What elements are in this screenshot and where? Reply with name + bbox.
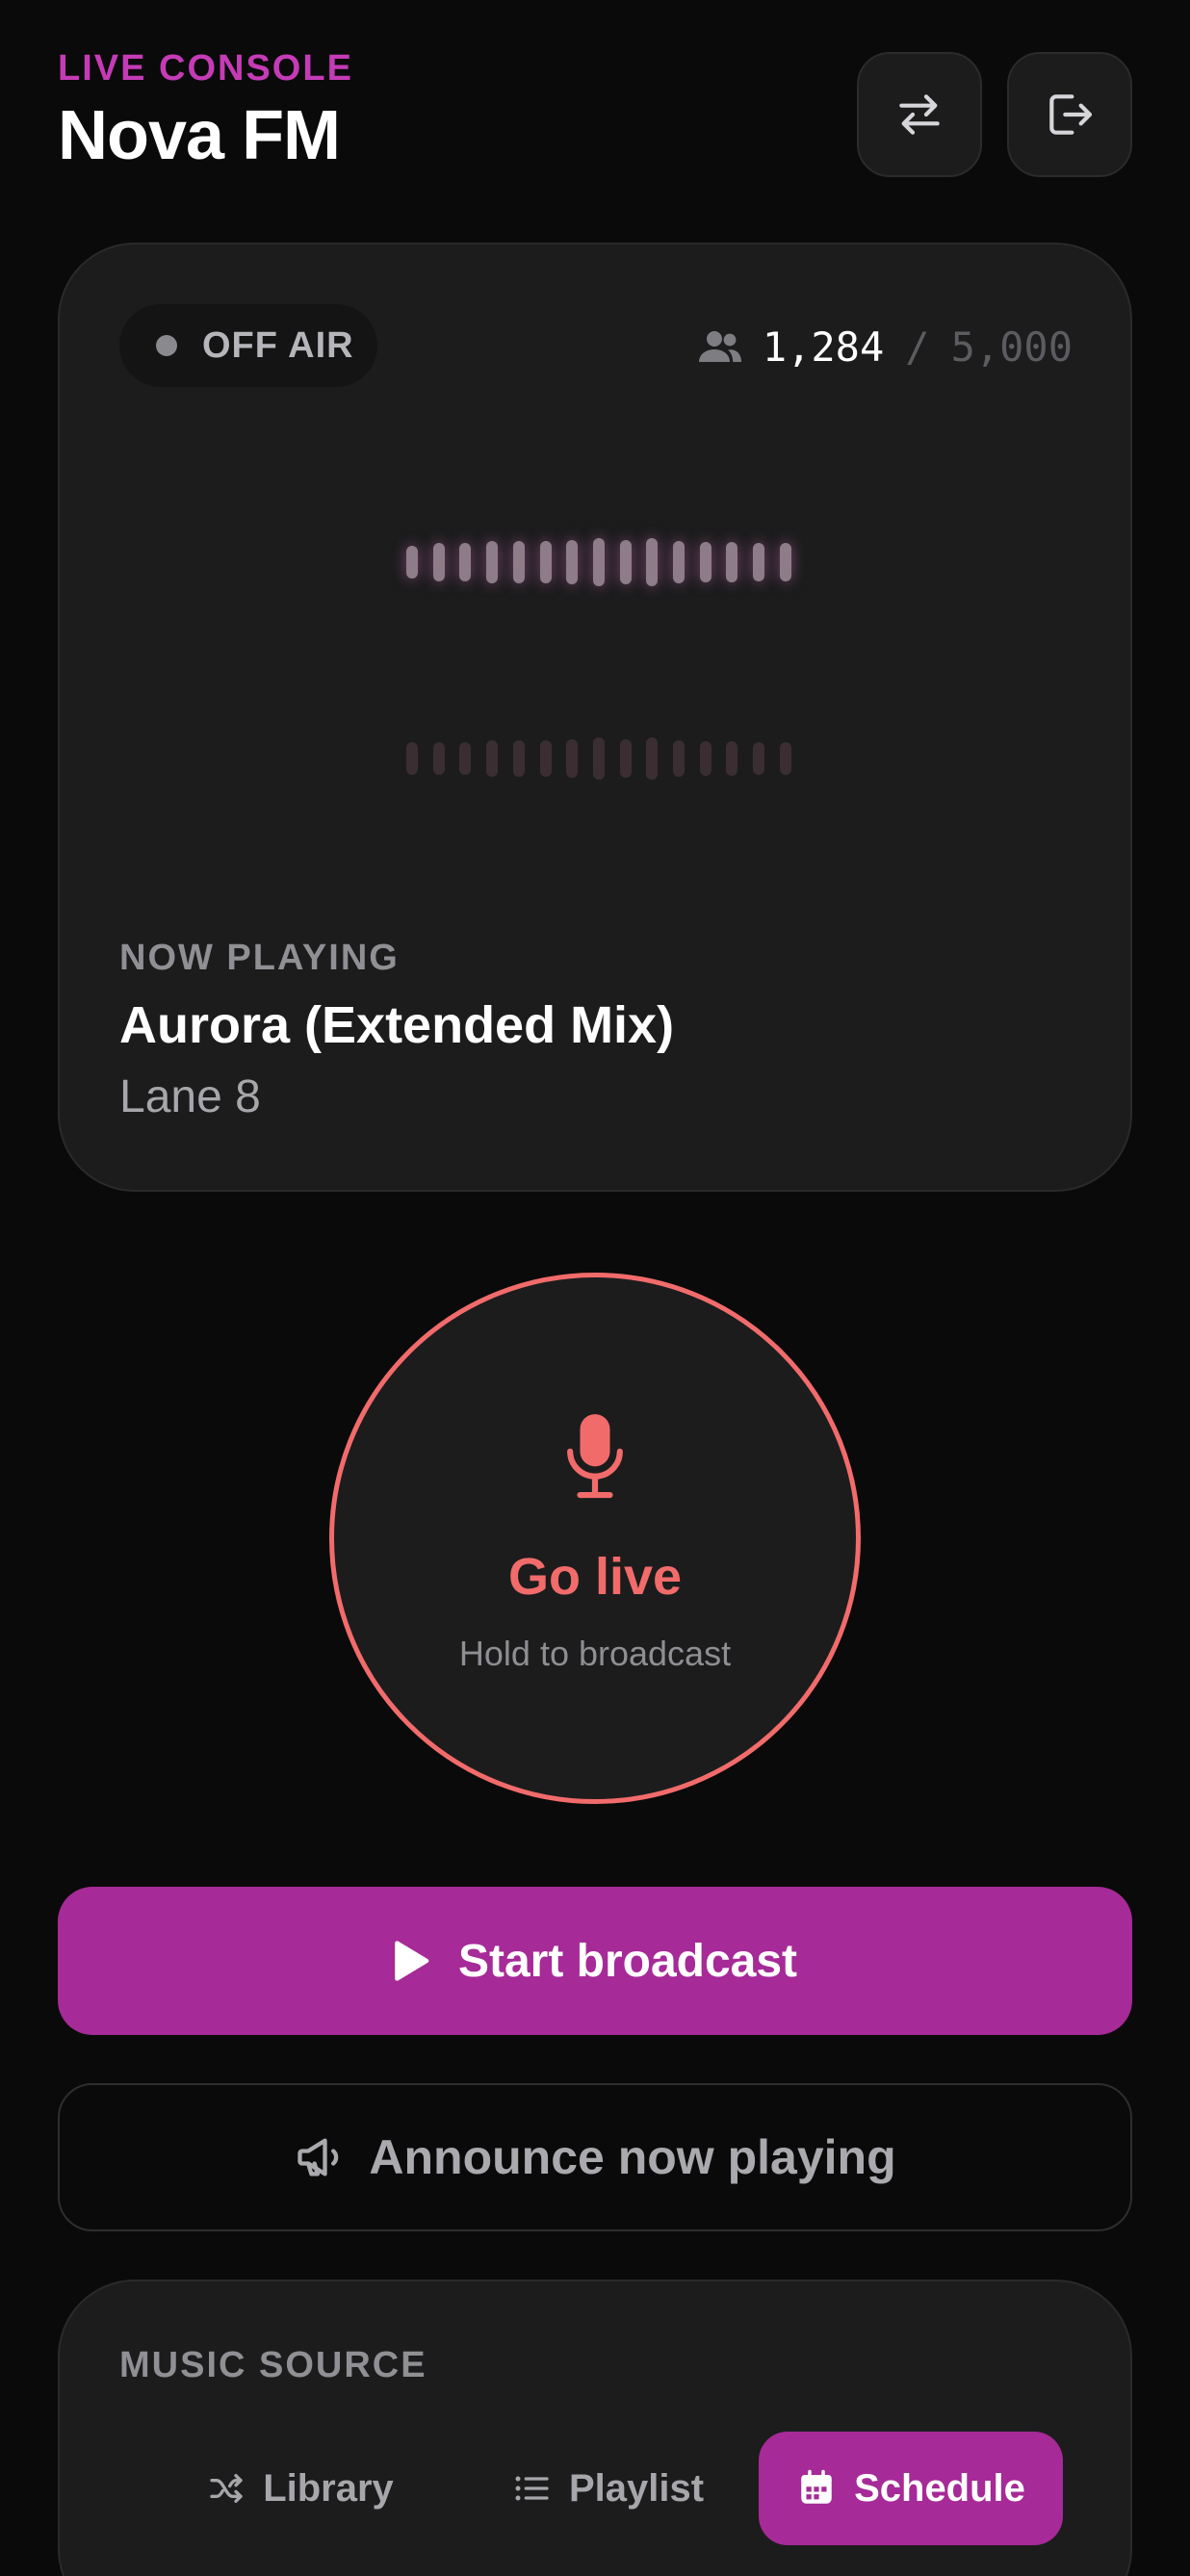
listener-separator: / — [905, 322, 930, 371]
meter-bar — [699, 542, 711, 582]
meter-bar — [779, 742, 791, 775]
meter-bar — [512, 740, 525, 777]
meter-bar — [539, 740, 552, 777]
shuffle-icon — [210, 2474, 243, 2503]
meter-bar — [619, 739, 632, 778]
music-source-label: MUSIC SOURCE — [119, 2345, 427, 2385]
live-console-screen: LIVE CONSOLE Nova FM OFF AIR 1,284 / 5,0… — [0, 0, 1190, 2576]
users-icon — [697, 327, 743, 366]
meter-bar — [486, 740, 499, 777]
meter-bar — [646, 737, 659, 780]
start-broadcast-button[interactable]: Start broadcast — [58, 1887, 1132, 2035]
meter-bar — [432, 742, 445, 775]
meter-bar — [646, 538, 659, 586]
status-badge: OFF AIR — [119, 304, 377, 387]
audio-level-meter-left — [406, 535, 791, 589]
status-text: OFF AIR — [202, 324, 354, 366]
listener-count: 1,284 / 5,000 — [697, 320, 1073, 374]
meter-bar — [673, 541, 686, 583]
announce-label: Announce now playing — [369, 2130, 896, 2184]
start-broadcast-label: Start broadcast — [457, 1935, 798, 1987]
station-title: Nova FM — [58, 97, 341, 174]
play-icon — [395, 1941, 429, 1981]
go-live-label: Go live — [507, 1548, 683, 1606]
meter-bar — [726, 741, 738, 776]
listener-current: 1,284 — [762, 322, 885, 371]
meter-bar — [673, 740, 686, 777]
meter-bar — [539, 541, 552, 583]
meter-bar — [566, 739, 579, 778]
playlist-label: Playlist — [568, 2466, 705, 2510]
go-live-hint: Hold to broadcast — [458, 1634, 732, 1673]
megaphone-icon — [298, 2138, 339, 2177]
now-playing-card: OFF AIR 1,284 / 5,000 NOW PLAYING Aurora… — [58, 243, 1132, 1192]
track-artist: Lane 8 — [119, 1071, 261, 1122]
meter-bar — [566, 540, 579, 584]
header: LIVE CONSOLE Nova FM — [58, 48, 1132, 183]
source-option-schedule[interactable]: Schedule — [759, 2432, 1063, 2545]
source-option-playlist[interactable]: Playlist — [464, 2432, 753, 2545]
meter-bar — [592, 538, 605, 586]
meter-bar — [459, 742, 472, 775]
meter-bar — [406, 546, 418, 579]
status-dot-icon — [156, 335, 177, 356]
meter-bar — [459, 543, 472, 581]
meter-bar — [619, 540, 632, 584]
music-source-card: MUSIC SOURCE Library Playlist Schedule — [58, 2280, 1132, 2576]
list-icon — [515, 2476, 549, 2501]
meter-bar — [512, 541, 525, 583]
section-eyebrow: LIVE CONSOLE — [58, 48, 353, 89]
listener-capacity: 5,000 — [950, 322, 1073, 371]
meter-bar — [779, 543, 791, 581]
track-title: Aurora (Extended Mix) — [119, 996, 675, 1054]
now-playing-label: NOW PLAYING — [119, 938, 400, 978]
swap-button[interactable] — [857, 52, 982, 177]
library-label: Library — [263, 2466, 394, 2510]
calendar-icon — [801, 2469, 832, 2504]
meter-bar — [699, 741, 711, 776]
exit-icon — [1049, 94, 1093, 135]
announce-now-playing-button[interactable]: Announce now playing — [58, 2083, 1132, 2231]
exit-button[interactable] — [1007, 52, 1132, 177]
go-live-button[interactable]: Go live Hold to broadcast — [329, 1273, 861, 1804]
source-option-library[interactable]: Library — [156, 2432, 445, 2545]
meter-bar — [592, 737, 605, 780]
meter-bar — [406, 742, 418, 775]
audio-level-meter-right — [406, 732, 791, 786]
meter-bar — [432, 543, 445, 581]
meter-bar — [486, 541, 499, 583]
meter-bar — [726, 542, 738, 582]
meter-bar — [753, 742, 765, 775]
swap-arrows-icon — [899, 94, 940, 135]
microphone-icon — [567, 1414, 623, 1499]
schedule-label: Schedule — [854, 2466, 1025, 2510]
meter-bar — [753, 543, 765, 581]
